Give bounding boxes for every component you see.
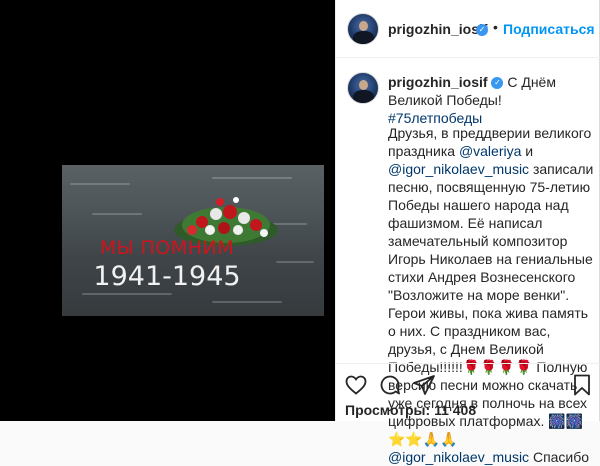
comment-icon[interactable] xyxy=(378,373,402,397)
water-wave xyxy=(82,293,172,295)
username[interactable]: prigozhin_iosif xyxy=(388,21,488,37)
post-header: prigozhin_iosif ✓ • Подписаться xyxy=(336,0,600,58)
post-sidebar: prigozhin_iosif ✓ • Подписаться prigozhi… xyxy=(335,0,600,465)
water-wave xyxy=(212,177,292,179)
water-wave xyxy=(92,213,142,215)
views-label: Просмотры: xyxy=(345,402,431,418)
mention-link[interactable]: @igor_nikolaev_music xyxy=(388,161,529,177)
video-player[interactable]: МЫ ПОМНИМ 1941-1945 xyxy=(62,165,324,316)
mention-link[interactable]: @valeriya xyxy=(459,143,521,159)
views-number: 11 408 xyxy=(434,402,477,418)
video-overlay-years: 1941-1945 xyxy=(93,261,241,292)
verified-badge-icon: ✓ xyxy=(476,24,488,36)
water-wave xyxy=(70,183,130,185)
mention-link[interactable]: @igor_nikolaev_music xyxy=(388,449,529,465)
caption-text: Спасибо xyxy=(529,449,590,465)
avatar[interactable] xyxy=(347,13,379,45)
instagram-post: МЫ ПОМНИМ 1941-1945 prigozhin_iosif ✓ • … xyxy=(0,0,600,465)
share-icon[interactable] xyxy=(412,373,436,397)
view-count: Просмотры: 11 408 xyxy=(345,402,476,418)
verified-badge-icon: ✓ xyxy=(491,77,504,90)
caption-text: записали песню, посвященную 75-летию Поб… xyxy=(388,161,594,375)
bookmark-icon[interactable] xyxy=(570,373,594,397)
follow-button[interactable]: Подписаться xyxy=(503,21,595,37)
water-wave xyxy=(212,301,282,303)
video-overlay-title: МЫ ПОМНИМ xyxy=(99,237,235,259)
action-bar xyxy=(336,363,600,399)
comment-username[interactable]: prigozhin_iosif xyxy=(388,74,488,90)
water-wave xyxy=(276,261,314,263)
author-comment: prigozhin_iosif ✓ С Днём Великой Победы!… xyxy=(388,73,593,127)
post-media[interactable]: МЫ ПОМНИМ 1941-1945 xyxy=(0,0,335,421)
heart-icon[interactable] xyxy=(344,373,368,397)
avatar[interactable] xyxy=(347,72,379,104)
caption-text: и xyxy=(521,143,534,159)
separator-dot: • xyxy=(493,19,498,35)
